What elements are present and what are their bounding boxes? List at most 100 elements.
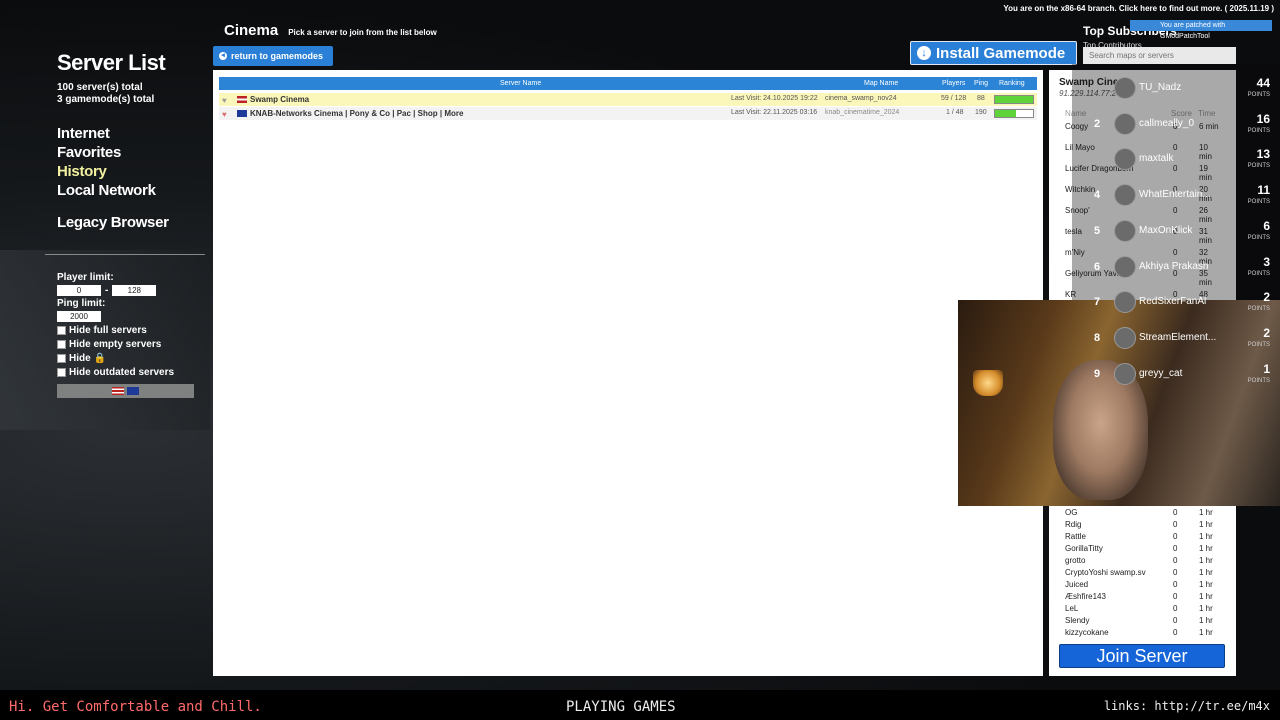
subscriber-name: greyy_cat: [1139, 367, 1183, 379]
player-time: 1 hr: [1199, 568, 1213, 577]
checkbox-icon[interactable]: [57, 354, 66, 363]
search-input[interactable]: [1083, 47, 1236, 64]
player-score: 0: [1173, 568, 1178, 577]
player-row: CryptoYoshi swamp.sv 0 1 hr: [1065, 567, 1220, 579]
patched-notice[interactable]: You are patched with GModPatchTool: [1130, 20, 1272, 40]
player-name: Slendy: [1065, 616, 1090, 625]
player-name: Rattle: [1065, 532, 1086, 541]
checkbox-icon[interactable]: [57, 326, 66, 335]
subscriber-item: 8 StreamElement... 2 POINTS: [1072, 320, 1280, 356]
player-score: 0: [1173, 604, 1178, 613]
player-count: 59 / 128: [941, 95, 967, 102]
points-label: POINTS: [1247, 270, 1270, 277]
player-row: Juiced 0 1 hr: [1065, 579, 1220, 591]
ticker-links[interactable]: links: http://tr.ee/m4x: [1104, 699, 1270, 713]
player-score: 0: [1173, 628, 1178, 637]
player-name: grotto: [1065, 556, 1086, 565]
player-max-input[interactable]: [112, 285, 157, 296]
sidebar-nav: Internet Favorites History Local Network: [57, 124, 207, 200]
hide-outdated-checkbox[interactable]: Hide outdated servers: [57, 367, 197, 378]
subscriber-rank: 5: [1094, 224, 1101, 237]
player-time: 1 hr: [1199, 544, 1213, 553]
map-name: cinema_swamp_nov24: [825, 95, 897, 102]
points-label: POINTS: [1247, 306, 1270, 313]
checkbox-icon[interactable]: [57, 340, 66, 349]
subscriber-rank: 7: [1094, 296, 1101, 309]
ping-limit-input[interactable]: [57, 311, 101, 322]
install-gamemode-button[interactable]: ↓ Install Gamemode: [910, 41, 1077, 65]
server-name: Swamp Cinema: [250, 95, 310, 104]
subscriber-item: TU_Nadz 44 POINTS: [1072, 70, 1280, 106]
points-label: POINTS: [1247, 234, 1270, 241]
gamemode-hint: Pick a server to join from the list belo…: [288, 28, 437, 37]
col-map-name[interactable]: Map Name: [864, 80, 898, 87]
player-list-bottom: OG 0 1 hr Rdig 0 1 hr Rattle 0 1 hr GorillaTitty 0…: [1065, 507, 1220, 639]
player-row: kizzycokane 0 1 hr: [1065, 627, 1220, 639]
gamemode-title: Cinema: [224, 22, 279, 39]
col-players[interactable]: Players: [942, 80, 965, 87]
subscriber-item: 6 Akhiya Prakash 3 POINTS: [1072, 249, 1280, 285]
player-min-input[interactable]: [57, 285, 101, 296]
subscriber-points: 16: [1256, 111, 1270, 126]
return-label: return to gamemodes: [231, 51, 324, 61]
player-score: 0: [1173, 580, 1178, 589]
ping-value: 88: [977, 95, 985, 102]
ranking-fill: [995, 96, 1033, 103]
player-score: 0: [1173, 544, 1178, 553]
nav-favorites[interactable]: Favorites: [57, 143, 207, 162]
ticker-left-text: Hi. Get Comfortable and Chill.: [9, 699, 262, 715]
player-name: LeL: [1065, 604, 1079, 613]
player-name: Æshfire143: [1065, 592, 1106, 601]
nav-local-network[interactable]: Local Network: [57, 181, 207, 200]
player-score: 0: [1173, 520, 1178, 529]
eu-flag-icon[interactable]: [127, 387, 139, 395]
player-time: 1 hr: [1199, 520, 1213, 529]
player-name: kizzycokane: [1065, 628, 1109, 637]
subscriber-points: 44: [1256, 76, 1270, 90]
subscriber-rank: 9: [1094, 367, 1101, 380]
player-row: OG 0 1 hr: [1065, 507, 1220, 519]
hide-full-label: Hide full servers: [69, 325, 147, 336]
subscriber-item: maxtalk 13 POINTS: [1072, 141, 1280, 177]
download-icon: ↓: [917, 46, 931, 60]
player-row: grotto 0 1 hr: [1065, 555, 1220, 567]
col-ping[interactable]: Ping: [974, 80, 988, 87]
ranking-fill: [995, 110, 1016, 117]
table-row[interactable]: ♥ Swamp Cinema Last Visit: 24.10.2025 19…: [219, 93, 1037, 106]
checkbox-icon[interactable]: [57, 368, 66, 377]
favorite-heart-icon[interactable]: ♥: [222, 96, 227, 105]
hide-locked-checkbox[interactable]: Hide 🔒: [57, 353, 197, 364]
us-flag-icon[interactable]: [112, 387, 124, 395]
legacy-browser-link[interactable]: Legacy Browser: [57, 214, 207, 231]
ticker-middle-text: PLAYING GAMES: [566, 699, 676, 715]
nav-history[interactable]: History: [57, 162, 207, 181]
points-label: POINTS: [1247, 92, 1270, 98]
join-server-button[interactable]: Join Server: [1059, 644, 1225, 668]
branch-notice[interactable]: You are on the x86-64 branch. Click here…: [1003, 4, 1274, 13]
hide-empty-checkbox[interactable]: Hide empty servers: [57, 339, 197, 350]
subscriber-points: 1: [1263, 361, 1270, 376]
player-count: 1 / 48: [946, 109, 964, 116]
table-row[interactable]: ♥ KNAB-Networks Cinema | Pony & Co | Pac…: [219, 107, 1037, 120]
ranking-bar: [994, 95, 1034, 104]
hide-empty-label: Hide empty servers: [69, 339, 162, 350]
col-ranking[interactable]: Ranking: [999, 80, 1025, 87]
eu-flag-icon: [237, 110, 247, 117]
ping-value: 190: [975, 109, 987, 116]
nav-internet[interactable]: Internet: [57, 124, 207, 143]
subscriber-item: 5 MaxOnKlick 6 POINTS: [1072, 213, 1280, 249]
map-name: knab_cinematime_2024: [825, 109, 900, 116]
hide-full-checkbox[interactable]: Hide full servers: [57, 325, 197, 336]
player-score: 0: [1173, 616, 1178, 625]
return-to-gamemodes-button[interactable]: ◂ return to gamemodes: [213, 46, 333, 66]
favorite-heart-icon[interactable]: ♥: [222, 110, 227, 119]
sidebar-title: Server List: [57, 50, 166, 75]
col-server-name[interactable]: Server Name: [500, 80, 541, 87]
region-filter-bar[interactable]: [57, 384, 194, 398]
player-row: GorillaTitty 0 1 hr: [1065, 543, 1220, 555]
server-name: KNAB-Networks Cinema | Pony & Co | Pac |…: [250, 109, 464, 118]
subscriber-name: StreamElement...: [1139, 331, 1217, 343]
ranking-bar: [994, 109, 1034, 118]
player-row: Rdig 0 1 hr: [1065, 519, 1220, 531]
table-header: Server Name Map Name Players Ping Rankin…: [219, 77, 1037, 90]
